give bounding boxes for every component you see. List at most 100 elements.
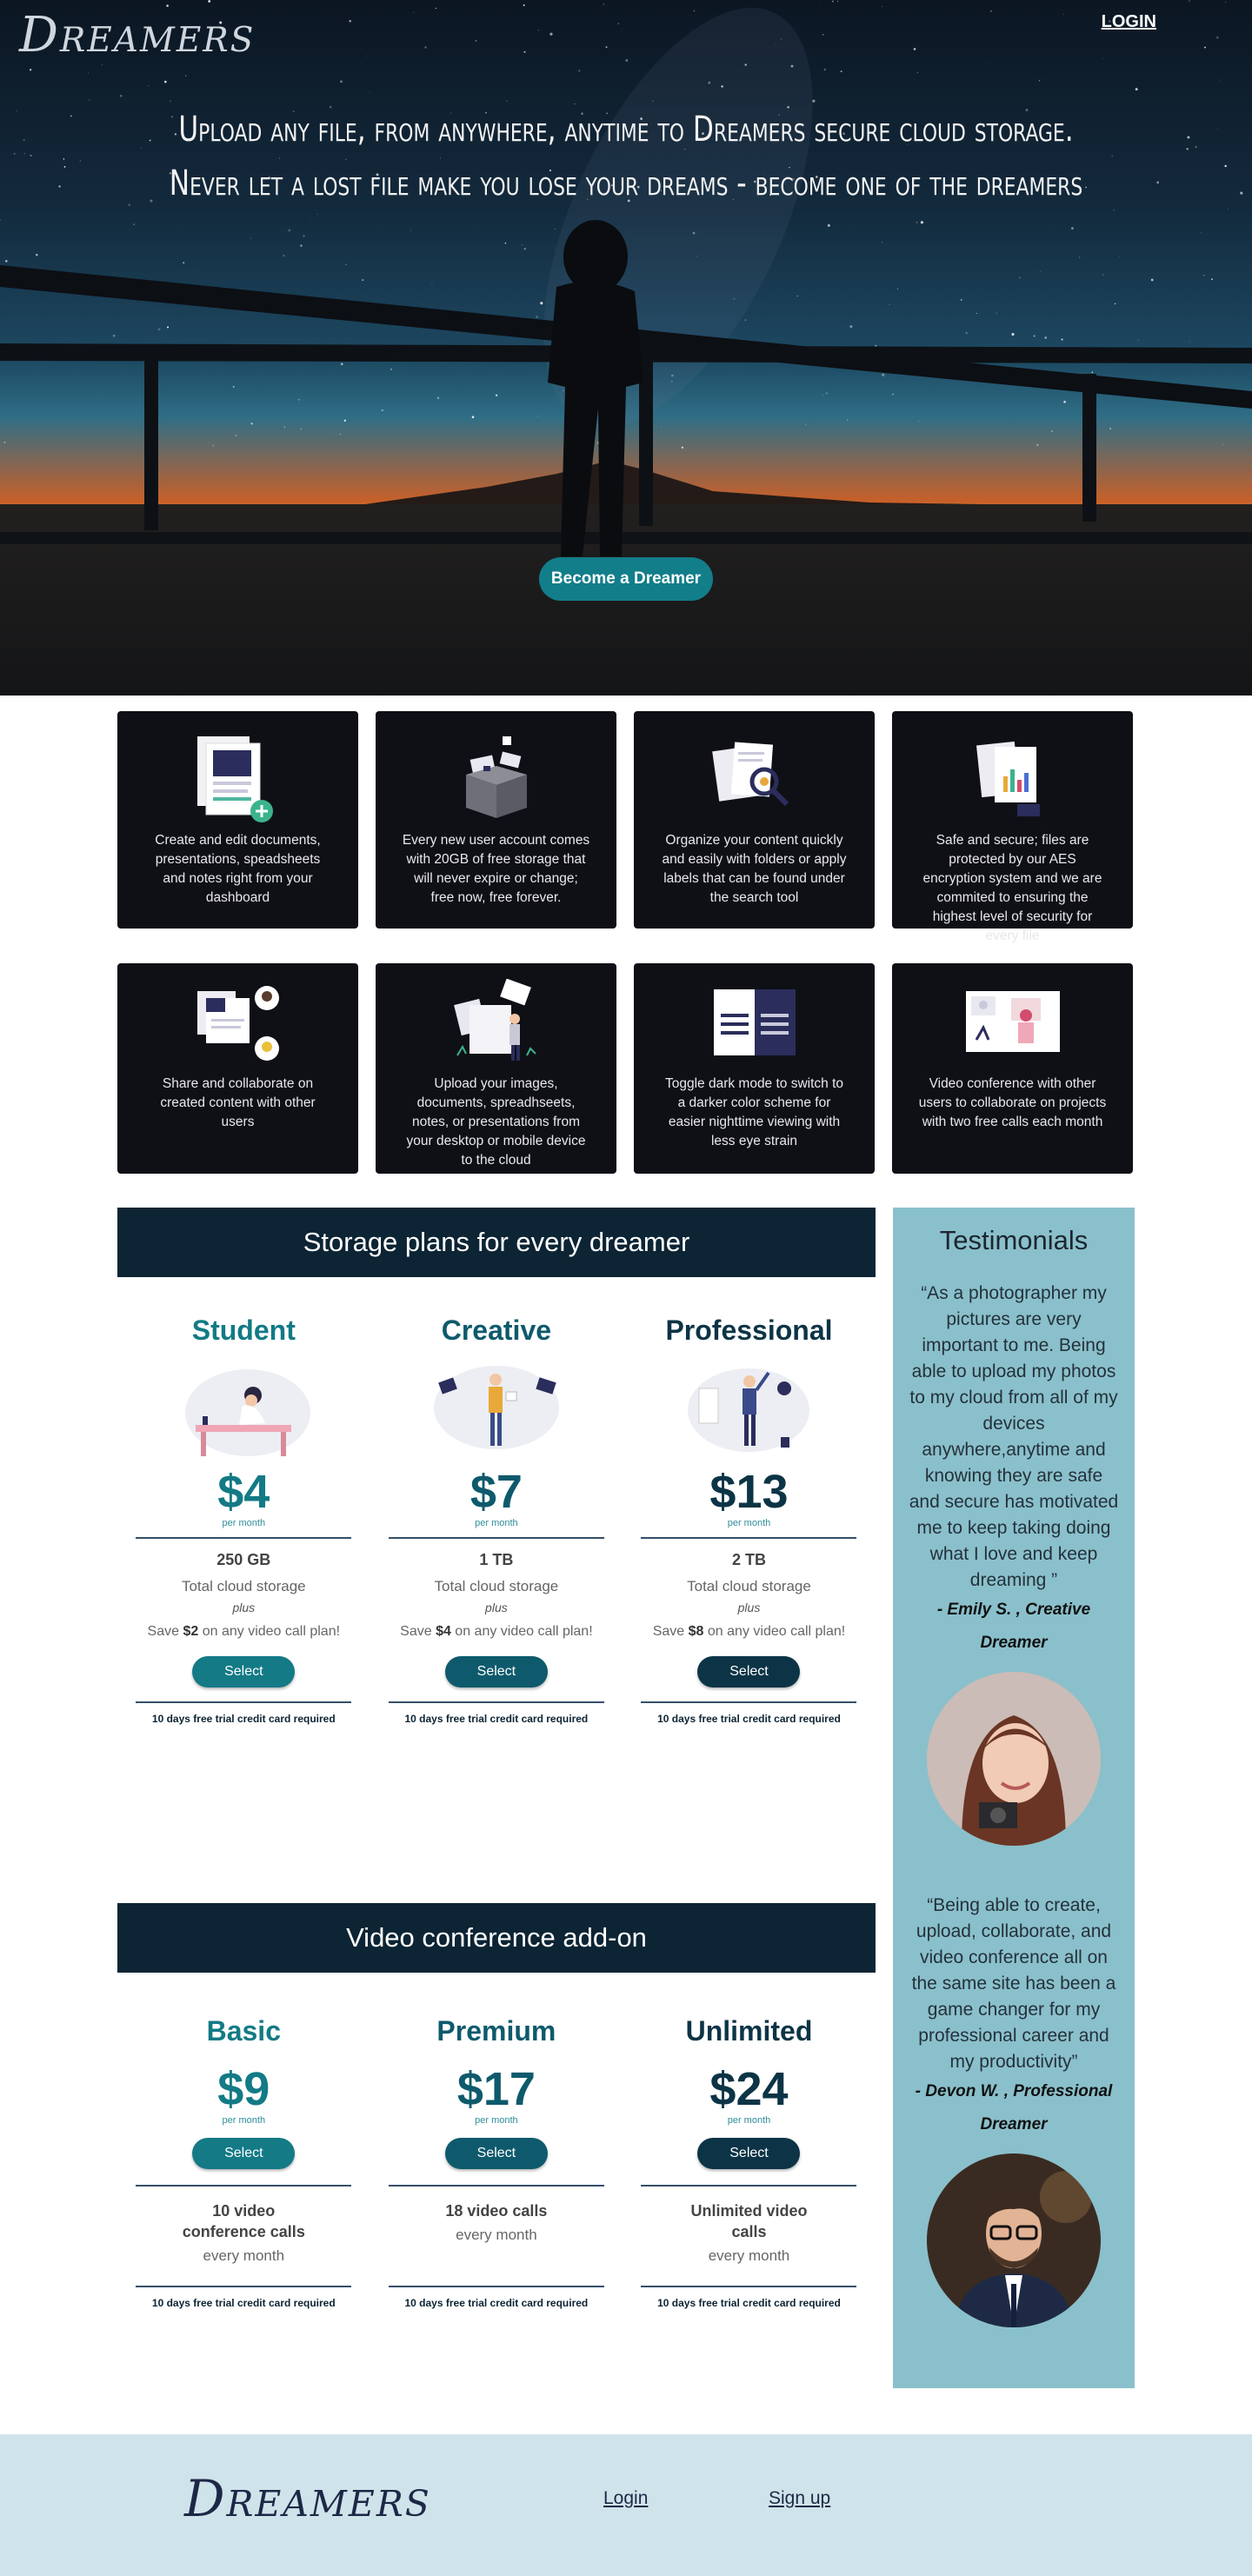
video-addon-heading: Video conference add-on: [117, 1903, 876, 1973]
plus-label: plus: [737, 1601, 761, 1614]
plus-label: plus: [232, 1601, 256, 1614]
divider: [388, 1701, 604, 1703]
dark-mode-icon: [634, 970, 875, 1075]
divider: [388, 2185, 604, 2187]
feature-card: Organize your content quickly and easily…: [634, 711, 875, 929]
login-link[interactable]: LOGIN: [1102, 12, 1156, 32]
divider: [136, 2286, 352, 2287]
plan-name: Unlimited: [685, 2015, 813, 2047]
save-note: Save $8 on any video call plan!: [652, 1624, 846, 1639]
plan-name: Basic: [206, 2015, 281, 2047]
plan-price: $4: [217, 1466, 270, 1518]
divider: [641, 2185, 857, 2187]
testimonial-author: - Emily S. , Creative Dreamer: [936, 1601, 1091, 1652]
search-documents-icon: [634, 727, 875, 831]
feature-text: Safe and secure; files are protected by …: [922, 833, 1102, 943]
divider: [641, 1701, 857, 1703]
avatar: [927, 1672, 1101, 1846]
testimonial-quote: “Being able to create, upload, collabora…: [911, 1895, 1116, 2072]
call-count: 18 video calls: [445, 2202, 548, 2220]
trial-note: 10 days free trial credit card required: [151, 1713, 336, 1725]
storage-amount: 2 TB: [731, 1551, 766, 1568]
storage-amount: 1 TB: [479, 1551, 514, 1568]
plan-premium: Premium $17 per month Select 18 video ca…: [370, 2015, 623, 2310]
become-dreamer-button[interactable]: Become a Dreamer: [539, 557, 713, 601]
select-unlimited-button[interactable]: Select: [697, 2138, 801, 2169]
hero-headline: Upload any file, from anywhere, anytime …: [137, 103, 1114, 210]
student-illustration: [185, 1369, 311, 1456]
storage-description: Total cloud storage: [181, 1578, 306, 1594]
plan-name: Professional: [665, 1315, 833, 1346]
divider: [136, 1701, 352, 1703]
call-count: Unlimited video calls: [690, 2202, 808, 2240]
testimonial-author: - Devon W. , Professional Dreamer: [915, 2082, 1113, 2133]
select-creative-button[interactable]: Select: [444, 1656, 548, 1687]
hero-banner: Dreamers LOGIN Upload any file, from any…: [0, 0, 1252, 696]
plan-period: per month: [727, 2115, 771, 2126]
secure-chart-icon: [892, 727, 1133, 831]
footer-signup-link[interactable]: Sign up: [769, 2488, 830, 2509]
feature-card: Safe and secure; files are protected by …: [892, 711, 1133, 943]
plan-period: per month: [222, 2115, 266, 2126]
feature-text: Every new user account comes with 20GB o…: [402, 833, 590, 905]
storage-description: Total cloud storage: [687, 1578, 811, 1594]
plan-name: Student: [191, 1315, 296, 1346]
trial-note: 10 days free trial credit card required: [404, 1713, 589, 1725]
storage-amount: 250 GB: [216, 1551, 271, 1568]
plan-price: $24: [709, 2063, 789, 2115]
testimonials-heading: Testimonials: [939, 1225, 1089, 1255]
creative-illustration: [433, 1366, 559, 1449]
footer-logo[interactable]: Dreamers: [184, 2469, 431, 2528]
plan-period: per month: [222, 1518, 266, 1528]
select-basic-button[interactable]: Select: [192, 2138, 296, 2169]
save-note: Save $2 on any video call plan!: [147, 1624, 341, 1639]
trial-note: 10 days free trial credit card required: [657, 2297, 841, 2309]
call-period: every month: [203, 2247, 285, 2264]
plan-period: per month: [475, 2115, 518, 2126]
brand-logo[interactable]: Dreamers: [19, 7, 255, 63]
plan-student: Student $4 per month 250 GB Total cloud …: [117, 1315, 370, 1726]
plan-price: $9: [217, 2063, 270, 2115]
trial-note: 10 days free trial credit card required: [404, 2297, 589, 2309]
plan-price: $7: [470, 1466, 523, 1518]
select-premium-button[interactable]: Select: [444, 2138, 548, 2169]
storage-plans: Student $4 per month 250 GB Total cloud …: [117, 1315, 876, 1726]
storage-description: Total cloud storage: [434, 1578, 559, 1594]
call-count: 10 video conference calls: [182, 2202, 305, 2240]
plan-price: $13: [709, 1466, 789, 1518]
professional-illustration: [688, 1368, 810, 1452]
plan-name: Premium: [436, 2015, 556, 2047]
features-row-1: Create and edit documents, presentations…: [117, 711, 1135, 943]
feature-text: Share and collaborate on created content…: [160, 1076, 316, 1129]
open-box-icon: [376, 727, 616, 831]
footer: Dreamers Login Sign up: [0, 2434, 1252, 2576]
avatar: [927, 2153, 1101, 2327]
call-period: every month: [708, 2247, 790, 2264]
plan-basic: Basic $9 per month Select 10 video confe…: [117, 2015, 370, 2310]
share-users-icon: [117, 970, 358, 1075]
video-conference-icon: [892, 970, 1133, 1075]
storage-plans-heading: Storage plans for every dreamer: [117, 1208, 876, 1277]
testimonials-panel: Testimonials “As a photographer my pictu…: [893, 1208, 1135, 2388]
divider: [641, 1537, 857, 1539]
select-student-button[interactable]: Select: [192, 1656, 296, 1687]
select-professional-button[interactable]: Select: [697, 1656, 801, 1687]
feature-text: Upload your images, documents, spreadhse…: [406, 1076, 586, 1168]
footer-login-link[interactable]: Login: [603, 2488, 648, 2509]
feature-text: Toggle dark mode to switch to a darker c…: [664, 1076, 844, 1148]
divider: [641, 2286, 857, 2287]
divider: [388, 1537, 604, 1539]
plus-label: plus: [485, 1601, 508, 1614]
divider: [136, 2185, 352, 2187]
feature-text: Create and edit documents, presentations…: [155, 833, 321, 905]
feature-card: Share and collaborate on created content…: [117, 963, 358, 1174]
video-plans: Basic $9 per month Select 10 video confe…: [117, 2015, 876, 2310]
feature-card: Create and edit documents, presentations…: [117, 711, 358, 929]
feature-card: Upload your images, documents, spreadhse…: [376, 963, 616, 1174]
feature-text: Organize your content quickly and easily…: [662, 833, 847, 905]
plan-unlimited: Unlimited $24 per month Select Unlimited…: [623, 2015, 876, 2310]
plan-price: $17: [456, 2063, 536, 2115]
feature-card: Video conference with other users to col…: [892, 963, 1133, 1174]
upload-person-icon: [376, 970, 616, 1075]
plan-name: Creative: [441, 1315, 552, 1346]
